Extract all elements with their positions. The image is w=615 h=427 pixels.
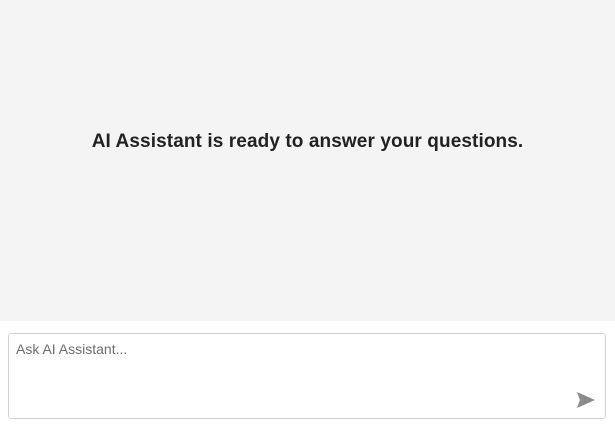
ai-assistant-chat: AI Assistant is ready to answer your que…	[0, 0, 615, 427]
welcome-message: AI Assistant is ready to answer your que…	[91, 131, 524, 152]
message-composer	[8, 333, 606, 419]
send-button[interactable]	[576, 391, 596, 409]
messages-area: AI Assistant is ready to answer your que…	[0, 0, 615, 321]
message-input[interactable]	[9, 334, 605, 418]
send-icon	[577, 392, 595, 408]
